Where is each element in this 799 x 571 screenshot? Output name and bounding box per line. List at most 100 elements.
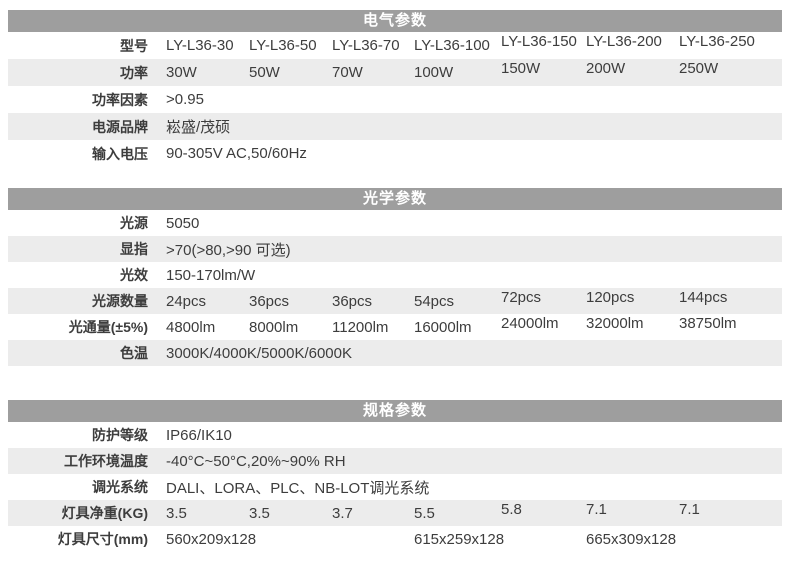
cell-value: 11200lm <box>324 314 406 340</box>
cell-value: 560x209x128 <box>158 526 406 552</box>
cell-value: 32000lm <box>578 314 671 340</box>
cell-value: 150W <box>493 59 578 86</box>
section-title-electrical: 电气参数 <box>8 10 782 32</box>
cell-value: 7.1 <box>578 500 671 526</box>
cell-value: LY-L36-150 <box>493 32 578 59</box>
cell-text: IP66/IK10 <box>166 427 232 444</box>
cell-value: 8000lm <box>241 314 324 340</box>
row-label: 输入电压 <box>8 140 158 167</box>
cell-value: 24000lm <box>493 314 578 340</box>
cell-text: 100W <box>414 64 453 81</box>
cell-value: 150-170lm/W <box>158 262 782 288</box>
cell-value: 5.8 <box>493 500 578 526</box>
section-title-optical: 光学参数 <box>8 188 782 210</box>
cell-text: 24pcs <box>166 293 206 310</box>
cell-value: 72pcs <box>493 288 578 314</box>
table-row: 型号LY-L36-30LY-L36-50LY-L36-70LY-L36-100L… <box>8 32 782 59</box>
table-row: 灯具净重(KG) 3.5 3.5 3.7 5.5 5.8 7.1 7.1 <box>8 500 782 526</box>
cell-value: 16000lm <box>406 314 493 340</box>
section-specification-parameters: 规格参数 防护等级IP66/IK10工作环境温度-40°C~50°C,20%~9… <box>8 400 782 552</box>
optical-parameters-table: 光源5050显指>70(>80,>90 可选)光效150-170lm/W光源数量… <box>8 210 782 366</box>
cell-text: 36pcs <box>249 293 289 310</box>
cell-value: LY-L36-200 <box>578 32 671 59</box>
cell-text: 7.1 <box>679 501 700 518</box>
cell-text: LY-L36-30 <box>166 37 234 54</box>
cell-text: 90-305V AC,50/60Hz <box>166 145 307 162</box>
cell-value: 70W <box>324 59 406 86</box>
cell-text: 4800lm <box>166 319 215 336</box>
cell-value: 30W <box>158 59 241 86</box>
cell-text: 3.5 <box>166 505 187 522</box>
cell-value: 36pcs <box>241 288 324 314</box>
row-label: 功率 <box>8 59 158 86</box>
cell-value: 36pcs <box>324 288 406 314</box>
cell-text: LY-L36-250 <box>679 33 755 50</box>
row-label: 光通量(±5%) <box>8 314 158 340</box>
cell-text: 崧盛/茂硕 <box>166 116 230 137</box>
cell-text: 36pcs <box>332 293 372 310</box>
table-row: 光效150-170lm/W <box>8 262 782 288</box>
cell-text: 5.5 <box>414 505 435 522</box>
table-row: 色温3000K/4000K/5000K/6000K <box>8 340 782 366</box>
cell-text: DALI、LORA、PLC、NB-LOT调光系统 <box>166 477 429 498</box>
cell-value: 3.5 <box>158 500 241 526</box>
cell-value: LY-L36-250 <box>671 32 782 59</box>
cell-text: 120pcs <box>586 289 634 306</box>
cell-text: >70(>80,>90 可选) <box>166 239 291 260</box>
cell-value: >70(>80,>90 可选) <box>158 236 782 262</box>
cell-text: 560x209x128 <box>166 531 256 548</box>
cell-text: 144pcs <box>679 289 727 306</box>
cell-text: 50W <box>249 64 280 81</box>
row-label: 功率因素 <box>8 86 158 113</box>
cell-text: 11200lm <box>332 319 388 336</box>
cell-value: 3.5 <box>241 500 324 526</box>
cell-value: 崧盛/茂硕 <box>158 113 782 140</box>
cell-value: 5.5 <box>406 500 493 526</box>
cell-value: LY-L36-50 <box>241 32 324 59</box>
table-row: 工作环境温度 -40°C~50°C,20%~90% RH <box>8 448 782 474</box>
cell-value: 5050 <box>158 210 782 236</box>
cell-text: 3.5 <box>249 505 270 522</box>
cell-value: 100W <box>406 59 493 86</box>
table-row: 功率因素 >0.95 <box>8 86 782 113</box>
cell-value: LY-L36-30 <box>158 32 241 59</box>
cell-text: 250W <box>679 60 718 77</box>
cell-text: 32000lm <box>586 315 644 332</box>
cell-text: 150W <box>501 60 540 77</box>
cell-value: 4800lm <box>158 314 241 340</box>
cell-value: 665x309x128 <box>578 526 782 552</box>
cell-value: 200W <box>578 59 671 86</box>
table-row: 功率30W 50W 70W 100W 150W 200W 250W <box>8 59 782 86</box>
cell-value: -40°C~50°C,20%~90% RH <box>158 448 782 474</box>
row-label: 光源数量 <box>8 288 158 314</box>
cell-text: 5.8 <box>501 501 522 518</box>
table-row: 光源数量 24pcs 36pcs 36pcs 54pcs 72pcs 120pcs 144pc… <box>8 288 782 314</box>
cell-text: 150-170lm/W <box>166 267 255 284</box>
cell-text: 54pcs <box>414 293 454 310</box>
section-optical-parameters: 光学参数 光源5050显指>70(>80,>90 可选)光效150-170lm/… <box>8 188 782 366</box>
cell-value: >0.95 <box>158 86 782 113</box>
row-label: 灯具净重(KG) <box>8 500 158 526</box>
cell-value: 3.7 <box>324 500 406 526</box>
cell-text: 72pcs <box>501 289 541 306</box>
table-row: 灯具尺寸(mm)560x209x128615x259x128665x309x12… <box>8 526 782 552</box>
cell-value: 250W <box>671 59 782 86</box>
cell-value: DALI、LORA、PLC、NB-LOT调光系统 <box>158 474 782 500</box>
cell-text: 16000lm <box>414 319 472 336</box>
cell-text: 70W <box>332 64 363 81</box>
cell-value: LY-L36-100 <box>406 32 493 59</box>
cell-text: 24000lm <box>501 315 559 332</box>
cell-value: 3000K/4000K/5000K/6000K <box>158 340 782 366</box>
row-label: 电源品牌 <box>8 113 158 140</box>
row-label: 灯具尺寸(mm) <box>8 526 158 552</box>
cell-text: LY-L36-50 <box>249 37 317 54</box>
cell-text: -40°C~50°C,20%~90% RH <box>166 453 346 470</box>
cell-value: 24pcs <box>158 288 241 314</box>
row-label: 调光系统 <box>8 474 158 500</box>
cell-text: >0.95 <box>166 91 204 108</box>
table-row: 防护等级 IP66/IK10 <box>8 422 782 448</box>
cell-value: 38750lm <box>671 314 782 340</box>
row-label: 防护等级 <box>8 422 158 448</box>
row-label: 工作环境温度 <box>8 448 158 474</box>
table-row: 光通量(±5%) 4800lm 8000lm 11200lm 16000lm 24000l… <box>8 314 782 340</box>
